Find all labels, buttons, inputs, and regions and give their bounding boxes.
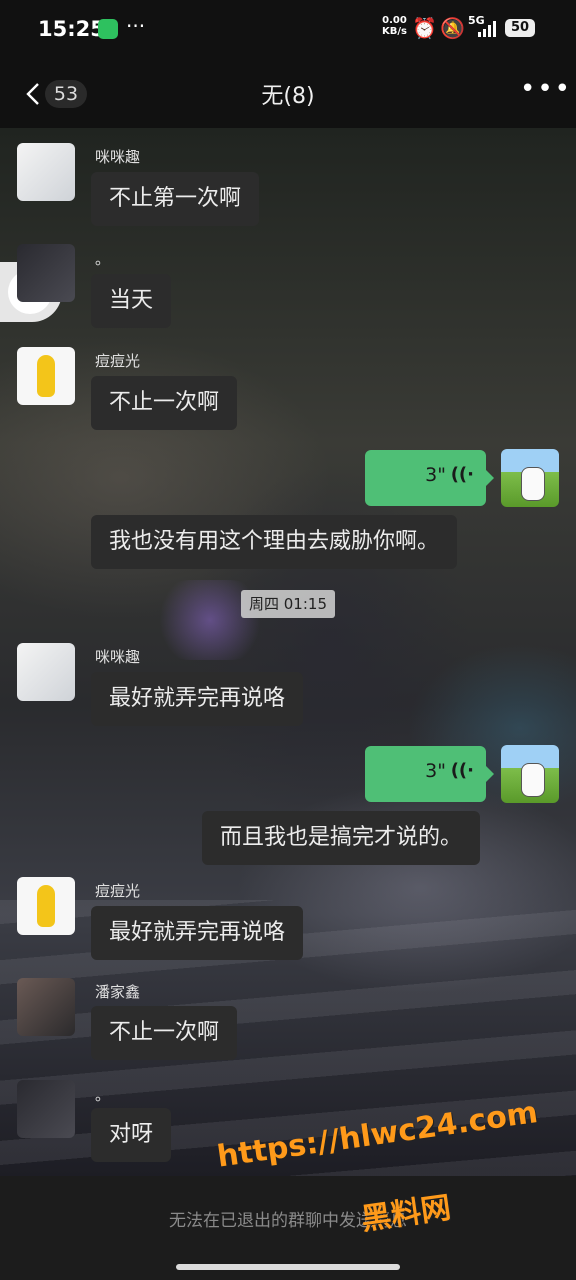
avatar[interactable] <box>17 643 75 701</box>
sender-name: 痘痘光 <box>95 352 141 370</box>
message-timestamp: 周四 01:15 <box>241 590 335 618</box>
bubble-tail <box>486 470 494 486</box>
voice-duration: 3" <box>425 464 446 486</box>
message-bubble[interactable]: 最好就弄完再说咯 <box>91 906 304 960</box>
avatar[interactable] <box>17 143 75 201</box>
exited-group-notice: 无法在已退出的群聊中发送消息 <box>169 1211 407 1231</box>
avatar[interactable] <box>501 745 559 803</box>
voice-message[interactable]: 3" ((· <box>365 746 486 802</box>
avatar[interactable] <box>17 877 75 935</box>
avatar[interactable] <box>17 347 75 405</box>
status-time: 15:25 <box>38 17 105 41</box>
voice-message[interactable]: 3" ((· <box>365 450 486 506</box>
sender-name: 咪咪趣 <box>95 648 141 666</box>
avatar[interactable] <box>17 978 75 1036</box>
mute-icon: 🔕 <box>440 16 465 40</box>
input-area: 无法在已退出的群聊中发送消息 <box>0 1176 576 1280</box>
sender-name: 咪咪趣 <box>95 148 141 166</box>
message-bubble[interactable]: 不止一次啊 <box>91 376 238 430</box>
chat-title: 无(8) <box>261 84 315 109</box>
message-bubble[interactable]: 不止第一次啊 <box>91 172 260 226</box>
chat-header: 53 无(8) ••• <box>0 60 576 128</box>
sender-name: 。 <box>95 250 111 268</box>
avatar[interactable] <box>17 244 75 302</box>
message-bubble[interactable]: 当天 <box>91 274 172 328</box>
alarm-icon: ⏰ <box>412 16 437 40</box>
home-indicator[interactable] <box>176 1264 400 1270</box>
message-bubble[interactable]: 对呀 <box>91 1108 172 1162</box>
battery-icon: 50 <box>505 19 535 37</box>
status-more: ··· <box>126 14 146 38</box>
net-speed: 0.00 KB/s <box>382 15 407 37</box>
wechat-icon <box>98 19 118 39</box>
voice-duration: 3" <box>425 760 446 782</box>
message-bubble[interactable]: 而且我也是搞完才说的。 <box>202 811 481 865</box>
net-speed-unit: KB/s <box>382 26 407 37</box>
sender-name: 。 <box>95 1086 111 1104</box>
more-icon[interactable]: ••• <box>520 74 572 104</box>
sender-name: 痘痘光 <box>95 882 141 900</box>
avatar[interactable] <box>17 1080 75 1138</box>
message-bubble[interactable]: 不止一次啊 <box>91 1006 238 1060</box>
bubble-tail <box>486 766 494 782</box>
signal-icon <box>478 21 496 37</box>
voice-wave-icon: ((· <box>450 464 474 485</box>
avatar[interactable] <box>501 449 559 507</box>
message-bubble[interactable]: 最好就弄完再说咯 <box>91 672 304 726</box>
message-bubble[interactable]: 我也没有用这个理由去威胁你啊。 <box>91 515 458 569</box>
voice-wave-icon: ((· <box>450 760 474 781</box>
status-bar: 15:25 ··· 0.00 KB/s ⏰ 🔕 5G 50 <box>0 0 576 60</box>
net-speed-value: 0.00 <box>382 15 407 26</box>
sender-name: 潘家鑫 <box>95 983 141 1001</box>
